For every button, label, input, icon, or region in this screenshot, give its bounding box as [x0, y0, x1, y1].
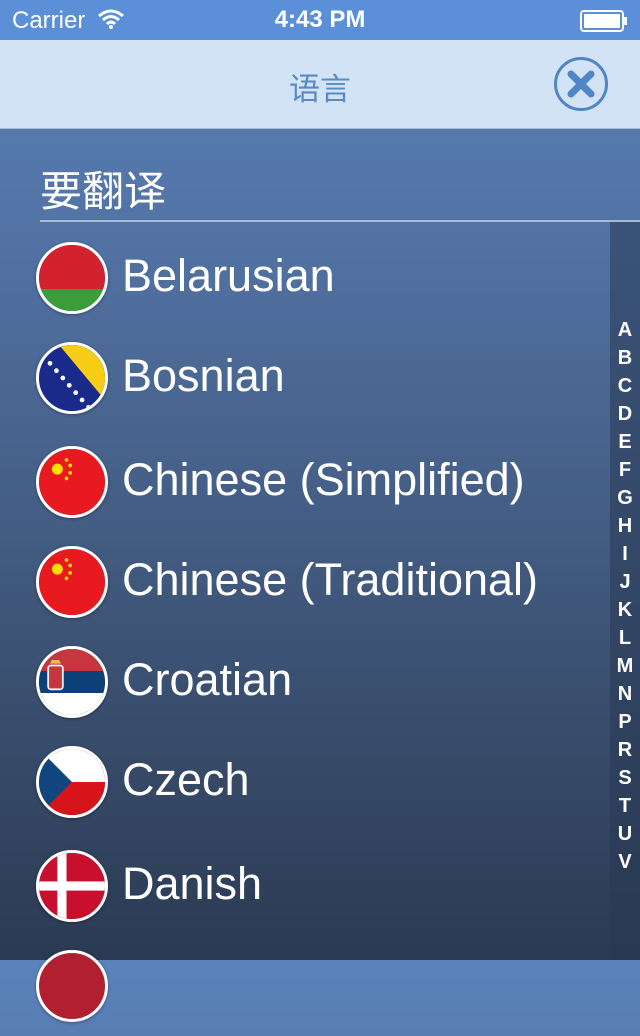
index-letter[interactable]: T	[610, 792, 640, 820]
index-letter[interactable]: K	[610, 596, 640, 624]
index-letter[interactable]: F	[610, 456, 640, 484]
status-bar: Carrier 4:43 PM	[0, 0, 640, 40]
belarus-flag-icon	[36, 242, 108, 314]
language-item-belarusian[interactable]: Belarusian	[0, 228, 610, 328]
language-item-chinese-traditional[interactable]: Chinese (Traditional)	[0, 532, 610, 632]
index-letter[interactable]: M	[610, 652, 640, 680]
index-letter[interactable]: E	[610, 428, 640, 456]
china-flag-icon	[36, 446, 108, 518]
index-letter[interactable]: J	[610, 568, 640, 596]
language-label: Bosnian	[122, 350, 285, 401]
language-item-czech[interactable]: Czech	[0, 732, 610, 832]
language-label: Czech	[122, 754, 250, 805]
language-item-partial[interactable]	[0, 936, 610, 1036]
index-letter[interactable]: R	[610, 736, 640, 764]
bosnia-flag-icon	[36, 342, 108, 414]
language-label: Danish	[122, 858, 263, 909]
index-letter[interactable]: V	[610, 848, 640, 876]
index-letter[interactable]: C	[610, 372, 640, 400]
language-item-danish[interactable]: Danish	[0, 836, 610, 936]
china-flag-icon	[36, 546, 108, 618]
index-letter[interactable]: P	[610, 708, 640, 736]
page-title: 语言	[289, 72, 351, 108]
index-letter[interactable]: L	[610, 624, 640, 652]
index-letter[interactable]: I	[610, 540, 640, 568]
index-letter[interactable]: U	[610, 820, 640, 848]
close-icon	[567, 70, 595, 98]
index-letter[interactable]: N	[610, 680, 640, 708]
language-label: Croatian	[122, 654, 293, 705]
language-item-bosnian[interactable]: Bosnian	[0, 328, 610, 428]
alphabet-index[interactable]: ABCDEFGHIJKLMNPRSTUV	[610, 222, 640, 960]
nav-bar: 语言	[0, 40, 640, 129]
close-button[interactable]	[554, 57, 608, 111]
section-title: 要翻译	[40, 167, 167, 216]
index-letter[interactable]: S	[610, 764, 640, 792]
denmark-flag-icon	[36, 850, 108, 922]
language-item-chinese-simplified[interactable]: Chinese (Simplified)	[0, 432, 610, 532]
language-item-croatian[interactable]: Croatian	[0, 632, 610, 732]
flag-icon	[36, 950, 108, 1022]
section-divider	[40, 220, 640, 222]
status-time: 4:43 PM	[274, 6, 366, 33]
index-letter[interactable]: A	[610, 316, 640, 344]
czech-flag-icon	[36, 746, 108, 818]
language-label: Chinese (Simplified)	[122, 454, 525, 505]
language-label: Belarusian	[122, 250, 335, 301]
language-label: Chinese (Traditional)	[122, 554, 539, 605]
index-letter[interactable]: G	[610, 484, 640, 512]
index-letter-list[interactable]: ABCDEFGHIJKLMNPRSTUV	[610, 316, 640, 876]
index-letter[interactable]: D	[610, 400, 640, 428]
serbia-flag-icon	[36, 646, 108, 718]
battery-icon	[580, 10, 627, 32]
index-letter[interactable]: B	[610, 344, 640, 372]
index-letter[interactable]: H	[610, 512, 640, 540]
